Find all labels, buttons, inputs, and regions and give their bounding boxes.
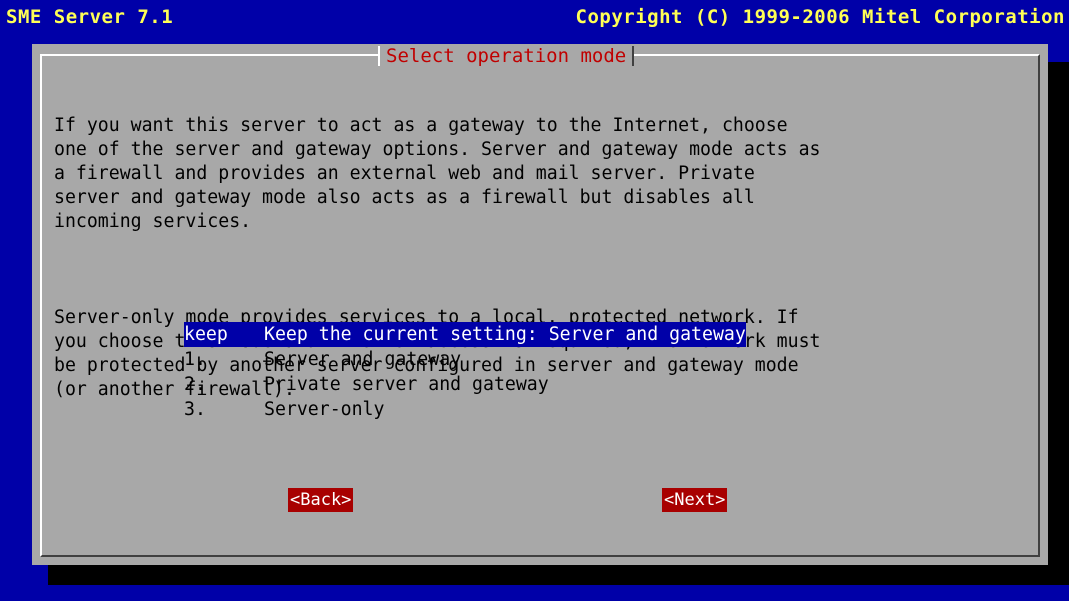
menu-item-label: Server and gateway xyxy=(264,349,462,370)
back-button[interactable]: <Back> xyxy=(288,488,354,512)
menu-item-server-and-gateway[interactable]: 1. Server and gateway xyxy=(184,347,746,372)
menu-item-tag: 2. xyxy=(184,374,206,395)
mode-menu: keep Keep the current setting: Server an… xyxy=(184,322,746,422)
menu-item-private-server-and-gateway[interactable]: 2. Private server and gateway xyxy=(184,372,746,397)
menu-item-label: Keep the current setting: Server and gat… xyxy=(264,324,746,345)
next-button[interactable]: <Next> xyxy=(662,488,728,512)
menu-item-server-only[interactable]: 3. Server-only xyxy=(184,397,746,422)
header-bar: SME Server 7.1 Copyright (C) 1999-2006 M… xyxy=(0,0,1069,30)
menu-item-tag: 1. xyxy=(184,349,206,370)
menu-item-label: Private server and gateway xyxy=(264,374,549,395)
menu-item-keep[interactable]: keep Keep the current setting: Server an… xyxy=(184,322,746,347)
menu-item-label: Server-only xyxy=(264,399,385,420)
copyright-text: Copyright (C) 1999-2006 Mitel Corporatio… xyxy=(575,6,1065,28)
description-paragraph-gateway: If you want this server to act as a gate… xyxy=(54,115,821,232)
dialog-title: Select operation mode xyxy=(378,46,635,66)
menu-item-tag: 3. xyxy=(184,399,206,420)
product-title: SME Server 7.1 xyxy=(6,6,174,28)
menu-item-tag: keep xyxy=(184,324,228,345)
operation-mode-dialog: Select operation mode If you want this s… xyxy=(32,44,1048,565)
